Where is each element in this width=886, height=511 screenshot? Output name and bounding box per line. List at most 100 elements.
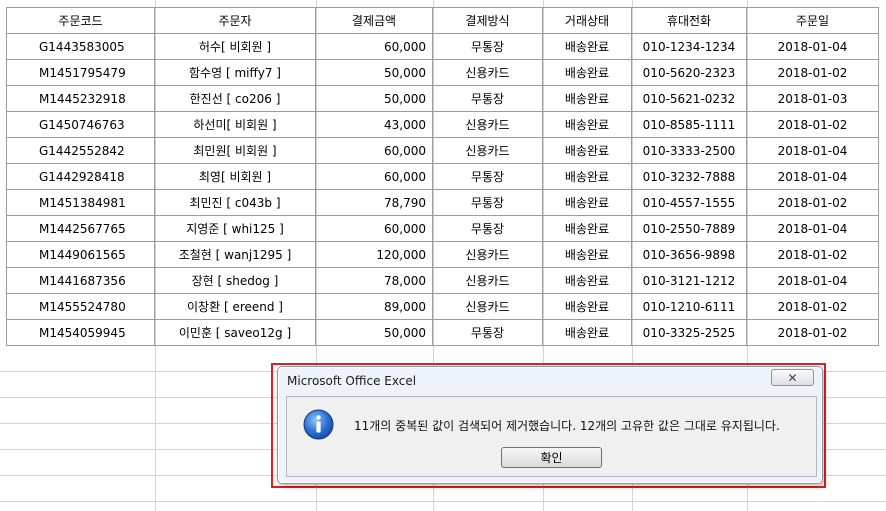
gridline [0,501,886,502]
cell-amount[interactable]: 60,000 [315,137,433,164]
cell-payment-method[interactable]: 무통장 [432,215,543,242]
cell-customer[interactable]: 이창환 [ ereend ] [154,293,316,320]
cell-payment-method[interactable]: 신용카드 [432,267,543,294]
cell-order-code[interactable]: G1443583005 [6,33,155,60]
cell-phone[interactable]: 010-5621-0232 [631,85,747,112]
cell-status[interactable]: 배송완료 [542,319,632,346]
cell-phone[interactable]: 010-5620-2323 [631,59,747,86]
cell-customer[interactable]: 최영[ 비회원 ] [154,163,316,190]
cell-customer[interactable]: 함수영 [ miffy7 ] [154,59,316,86]
header-order-date[interactable]: 주문일 [746,7,879,34]
cell-status[interactable]: 배송완료 [542,33,632,60]
cell-order-date[interactable]: 2018-01-02 [746,111,879,138]
cell-amount[interactable]: 78,790 [315,189,433,216]
header-order-code[interactable]: 주문코드 [6,7,155,34]
cell-customer[interactable]: 장현 [ shedog ] [154,267,316,294]
cell-phone[interactable]: 010-2550-7889 [631,215,747,242]
info-icon [303,409,334,440]
cell-phone[interactable]: 010-3121-1212 [631,267,747,294]
header-amount[interactable]: 결제금액 [315,7,433,34]
cell-amount[interactable]: 50,000 [315,319,433,346]
cell-payment-method[interactable]: 신용카드 [432,137,543,164]
cell-payment-method[interactable]: 무통장 [432,85,543,112]
cell-amount[interactable]: 50,000 [315,85,433,112]
cell-order-code[interactable]: M1451384981 [6,189,155,216]
cell-customer[interactable]: 하선미[ 비회원 ] [154,111,316,138]
cell-order-date[interactable]: 2018-01-02 [746,189,879,216]
close-button[interactable]: ✕ [771,369,814,386]
cell-amount[interactable]: 78,000 [315,267,433,294]
cell-payment-method[interactable]: 무통장 [432,163,543,190]
cell-status[interactable]: 배송완료 [542,267,632,294]
cell-amount[interactable]: 60,000 [315,215,433,242]
ok-button[interactable]: 확인 [501,447,602,468]
cell-order-date[interactable]: 2018-01-04 [746,215,879,242]
cell-status[interactable]: 배송완료 [542,163,632,190]
header-payment-method[interactable]: 결제방식 [432,7,543,34]
cell-phone[interactable]: 010-4557-1555 [631,189,747,216]
cell-customer[interactable]: 한진선 [ co206 ] [154,85,316,112]
table-row: M1441687356 장현 [ shedog ] 78,000 신용카드 배송완료 01… [6,267,879,294]
cell-order-date[interactable]: 2018-01-02 [746,293,879,320]
cell-payment-method[interactable]: 신용카드 [432,111,543,138]
header-status[interactable]: 거래상태 [542,7,632,34]
table-row: M1451384981 최민진 [ c043b ] 78,790 무통장 배송완료 010… [6,189,879,216]
cell-payment-method[interactable]: 신용카드 [432,241,543,268]
cell-order-code[interactable]: M1451795479 [6,59,155,86]
cell-amount[interactable]: 50,000 [315,59,433,86]
cell-status[interactable]: 배송완료 [542,189,632,216]
worksheet[interactable]: 주문코드 주문자 결제금액 결제방식 거래상태 휴대전화 주문일 G144358… [0,0,886,511]
cell-amount[interactable]: 120,000 [315,241,433,268]
cell-payment-method[interactable]: 신용카드 [432,293,543,320]
cell-customer[interactable]: 이민훈 [ saveo12g ] [154,319,316,346]
cell-customer[interactable]: 허수[ 비회원 ] [154,33,316,60]
cell-order-code[interactable]: G1450746763 [6,111,155,138]
cell-customer[interactable]: 최민원[ 비회원 ] [154,137,316,164]
cell-order-code[interactable]: G1442928418 [6,163,155,190]
cell-order-code[interactable]: M1454059945 [6,319,155,346]
cell-payment-method[interactable]: 무통장 [432,189,543,216]
cell-amount[interactable]: 43,000 [315,111,433,138]
cell-phone[interactable]: 010-1234-1234 [631,33,747,60]
cell-order-date[interactable]: 2018-01-02 [746,241,879,268]
cell-status[interactable]: 배송완료 [542,293,632,320]
cell-phone[interactable]: 010-3656-9898 [631,241,747,268]
cell-order-date[interactable]: 2018-01-02 [746,59,879,86]
cell-order-date[interactable]: 2018-01-04 [746,163,879,190]
cell-payment-method[interactable]: 무통장 [432,319,543,346]
cell-customer[interactable]: 조철현 [ wanj1295 ] [154,241,316,268]
cell-order-date[interactable]: 2018-01-04 [746,137,879,164]
cell-customer[interactable]: 최민진 [ c043b ] [154,189,316,216]
cell-amount[interactable]: 60,000 [315,33,433,60]
header-customer[interactable]: 주문자 [154,7,316,34]
cell-status[interactable]: 배송완료 [542,215,632,242]
cell-payment-method[interactable]: 신용카드 [432,59,543,86]
cell-order-code[interactable]: M1449061565 [6,241,155,268]
cell-status[interactable]: 배송완료 [542,137,632,164]
cell-order-date[interactable]: 2018-01-04 [746,267,879,294]
table-row: G1442928418 최영[ 비회원 ] 60,000 무통장 배송완료 010-323… [6,163,879,190]
cell-order-code[interactable]: M1455524780 [6,293,155,320]
cell-order-date[interactable]: 2018-01-04 [746,33,879,60]
cell-order-code[interactable]: M1445232918 [6,85,155,112]
cell-order-date[interactable]: 2018-01-02 [746,319,879,346]
cell-phone[interactable]: 010-3325-2525 [631,319,747,346]
cell-phone[interactable]: 010-3232-7888 [631,163,747,190]
cell-phone[interactable]: 010-8585-1111 [631,111,747,138]
cell-status[interactable]: 배송완료 [542,59,632,86]
table-row: M1449061565 조철현 [ wanj1295 ] 120,000 신용카드 배송… [6,241,879,268]
cell-status[interactable]: 배송완료 [542,241,632,268]
cell-status[interactable]: 배송완료 [542,85,632,112]
cell-status[interactable]: 배송완료 [542,111,632,138]
cell-phone[interactable]: 010-1210-6111 [631,293,747,320]
cell-order-date[interactable]: 2018-01-03 [746,85,879,112]
cell-amount[interactable]: 60,000 [315,163,433,190]
cell-payment-method[interactable]: 무통장 [432,33,543,60]
header-phone[interactable]: 휴대전화 [631,7,747,34]
cell-phone[interactable]: 010-3333-2500 [631,137,747,164]
cell-amount[interactable]: 89,000 [315,293,433,320]
cell-order-code[interactable]: G1442552842 [6,137,155,164]
cell-order-code[interactable]: M1442567765 [6,215,155,242]
cell-customer[interactable]: 지영준 [ whi125 ] [154,215,316,242]
cell-order-code[interactable]: M1441687356 [6,267,155,294]
